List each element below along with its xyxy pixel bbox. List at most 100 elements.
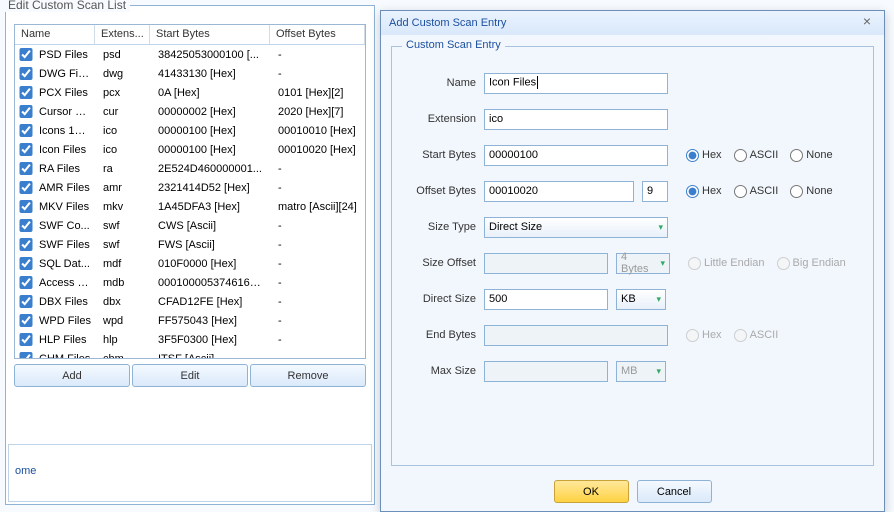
table-row[interactable]: SQL Dat...mdf010F0000 [Hex]- [15,254,365,273]
table-row[interactable]: CHM FileschmITSF [Ascii]- [15,349,365,359]
cell-start-bytes: 2E524D460000001... [152,162,272,176]
cell-name: WPD Files [33,314,97,328]
cell-extension: pcx [97,86,152,100]
row-checkbox[interactable] [19,200,33,213]
offset-none-radio[interactable]: None [790,185,832,198]
name-field[interactable]: Icon Files [484,73,668,94]
cell-extension: mdb [97,276,152,290]
home-link[interactable]: ome [15,465,36,477]
table-row[interactable]: HLP Fileshlp3F5F0300 [Hex]- [15,330,365,349]
cell-name: PSD Files [33,48,97,62]
table-row[interactable]: DBX FilesdbxCFAD12FE [Hex]- [15,292,365,311]
table-row[interactable]: Cursor Filescur00000002 [Hex]2020 [Hex][… [15,102,365,121]
end-hex-radio: Hex [686,329,722,342]
cell-start-bytes: 010F0000 [Hex] [152,257,272,271]
direct-size-unit-select[interactable]: KB [616,289,666,310]
ok-button[interactable]: OK [554,480,629,503]
cell-name: MKV Files [33,200,97,214]
row-checkbox[interactable] [19,181,33,194]
row-checkbox[interactable] [19,257,33,270]
cell-name: HLP Files [33,333,97,347]
size-type-label: Size Type [406,221,476,233]
cell-offset-bytes: 00010020 [Hex] [272,143,365,157]
max-size-field [484,361,608,382]
cell-extension: mkv [97,200,152,214]
row-checkbox[interactable] [19,143,33,156]
entry-fieldset: Custom Scan Entry Name Icon Files Extens… [391,46,874,466]
table-row[interactable]: Icon Filesico00000100 [Hex]00010020 [Hex… [15,140,365,159]
button-row: Add Edit Remove [14,364,366,387]
row-checkbox[interactable] [19,124,33,137]
cell-extension: ico [97,124,152,138]
cell-start-bytes: 0A [Hex] [152,86,272,100]
cell-start-bytes: ITSF [Ascii] [152,352,272,360]
table-body[interactable]: PSD Filespsd38425053000100 [...-DWG File… [15,45,365,359]
cell-offset-bytes: - [272,352,365,360]
table-row[interactable]: Access Filemdb000100005374616E...- [15,273,365,292]
table-row[interactable]: SWF FilesswfFWS [Ascii]- [15,235,365,254]
extension-field[interactable] [484,109,668,130]
offset-hex-radio[interactable]: Hex [686,185,722,198]
cell-offset-bytes: 2020 [Hex][7] [272,105,365,119]
dialog-title: Add Custom Scan Entry [389,17,858,29]
close-icon[interactable]: × [858,14,876,32]
cell-start-bytes: 00000100 [Hex] [152,143,272,157]
cell-offset-bytes: 00010010 [Hex] [272,124,365,138]
table-row[interactable]: Icons 16 Bitico00000100 [Hex]00010010 [H… [15,121,365,140]
row-checkbox[interactable] [19,48,33,61]
start-bytes-field[interactable] [484,145,668,166]
table-row[interactable]: WPD FileswpdFF575043 [Hex]- [15,311,365,330]
start-ascii-radio[interactable]: ASCII [734,149,779,162]
cell-extension: ra [97,162,152,176]
header-extension[interactable]: Extens... [95,25,150,44]
table-row[interactable]: DWG Filesdwg41433130 [Hex]- [15,64,365,83]
fieldset-legend: Custom Scan Entry [402,39,505,51]
cell-start-bytes: 2321414D52 [Hex] [152,181,272,195]
cancel-button[interactable]: Cancel [637,480,712,503]
table-row[interactable]: MKV Filesmkv1A45DFA3 [Hex]matro [Ascii][… [15,197,365,216]
cell-name: DBX Files [33,295,97,309]
cell-name: SQL Dat... [33,257,97,271]
big-endian-radio: Big Endian [777,257,846,270]
cell-name: SWF Co... [33,219,97,233]
cell-extension: swf [97,238,152,252]
direct-size-field[interactable] [484,289,608,310]
offset-ascii-radio[interactable]: ASCII [734,185,779,198]
row-checkbox[interactable] [19,238,33,251]
end-bytes-field [484,325,668,346]
edit-button[interactable]: Edit [132,364,248,387]
start-bytes-label: Start Bytes [406,149,476,161]
row-checkbox[interactable] [19,333,33,346]
start-none-radio[interactable]: None [790,149,832,162]
row-checkbox[interactable] [19,352,33,359]
cell-start-bytes: 1A45DFA3 [Hex] [152,200,272,214]
row-checkbox[interactable] [19,86,33,99]
offset-bytes-field[interactable] [484,181,634,202]
cell-extension: ico [97,143,152,157]
cell-name: DWG Files [33,67,97,81]
start-hex-radio[interactable]: Hex [686,149,722,162]
row-checkbox[interactable] [19,276,33,289]
cell-extension: cur [97,105,152,119]
size-type-select[interactable]: Direct Size [484,217,668,238]
row-checkbox[interactable] [19,67,33,80]
remove-button[interactable]: Remove [250,364,366,387]
table-row[interactable]: PSD Filespsd38425053000100 [...- [15,45,365,64]
cell-offset-bytes: matro [Ascii][24] [272,200,365,214]
end-bytes-label: End Bytes [406,329,476,341]
table-row[interactable]: AMR Filesamr2321414D52 [Hex]- [15,178,365,197]
offset-extra-field[interactable] [642,181,668,202]
row-checkbox[interactable] [19,314,33,327]
row-checkbox[interactable] [19,219,33,232]
header-name[interactable]: Name [15,25,95,44]
row-checkbox[interactable] [19,162,33,175]
header-offset-bytes[interactable]: Offset Bytes [270,25,365,44]
header-start-bytes[interactable]: Start Bytes [150,25,270,44]
table-row[interactable]: PCX Filespcx0A [Hex]0101 [Hex][2] [15,83,365,102]
add-button[interactable]: Add [14,364,130,387]
row-checkbox[interactable] [19,105,33,118]
table-row[interactable]: SWF Co...swfCWS [Ascii]- [15,216,365,235]
table-row[interactable]: RA Filesra2E524D460000001...- [15,159,365,178]
cell-extension: wpd [97,314,152,328]
row-checkbox[interactable] [19,295,33,308]
